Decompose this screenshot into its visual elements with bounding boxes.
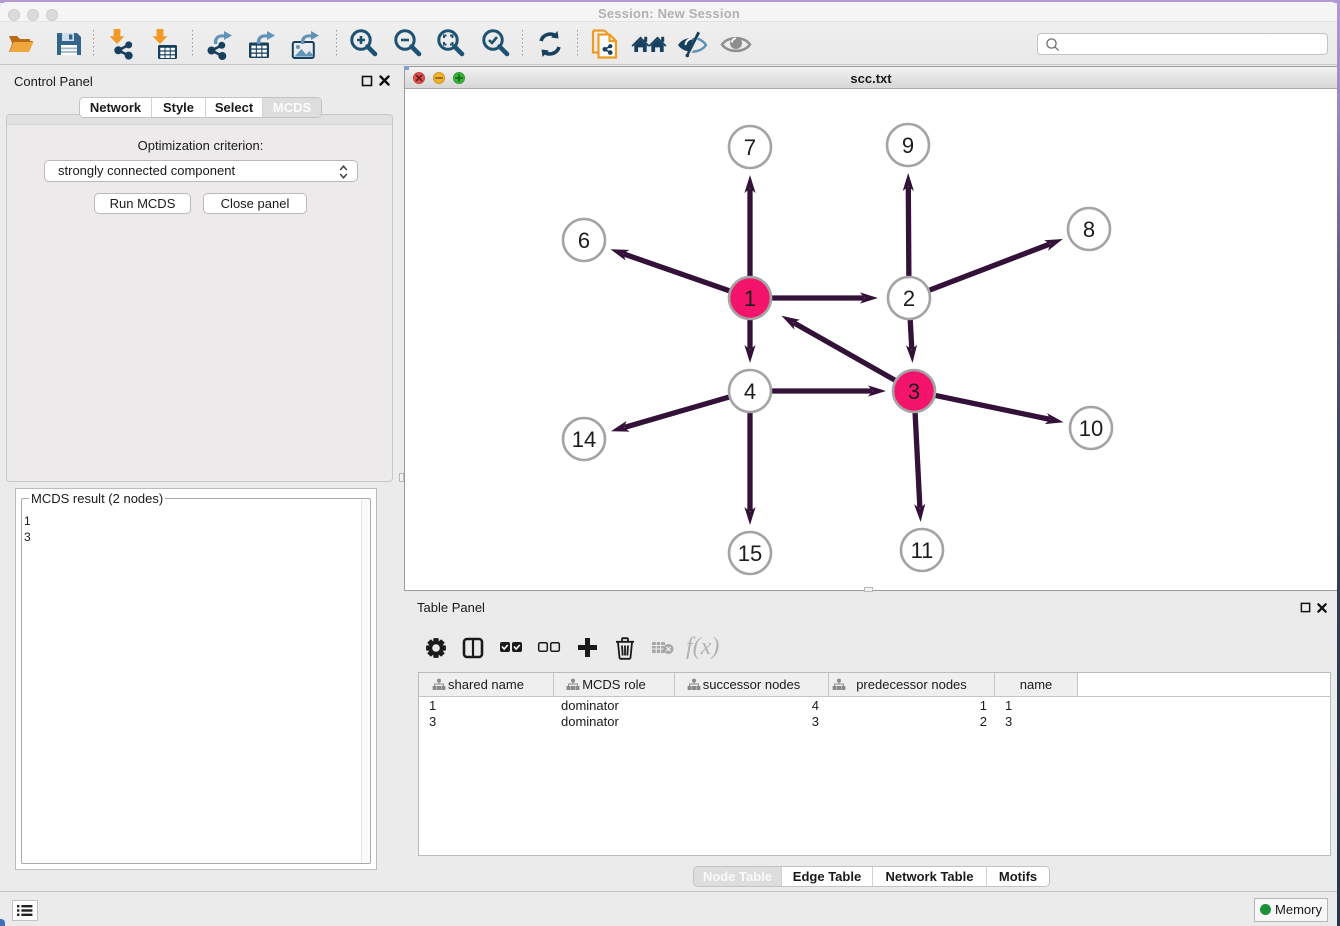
- svg-text:7: 7: [744, 135, 756, 160]
- svg-text:11: 11: [911, 538, 934, 563]
- svg-text:1: 1: [744, 286, 756, 311]
- svg-text:10: 10: [1079, 416, 1103, 441]
- svg-text:9: 9: [902, 133, 914, 158]
- svg-text:2: 2: [903, 286, 915, 311]
- svg-text:3: 3: [908, 379, 920, 404]
- svg-text:6: 6: [578, 228, 590, 253]
- svg-text:8: 8: [1083, 217, 1095, 242]
- svg-text:14: 14: [572, 427, 596, 452]
- svg-text:4: 4: [744, 379, 756, 404]
- svg-text:15: 15: [738, 541, 762, 566]
